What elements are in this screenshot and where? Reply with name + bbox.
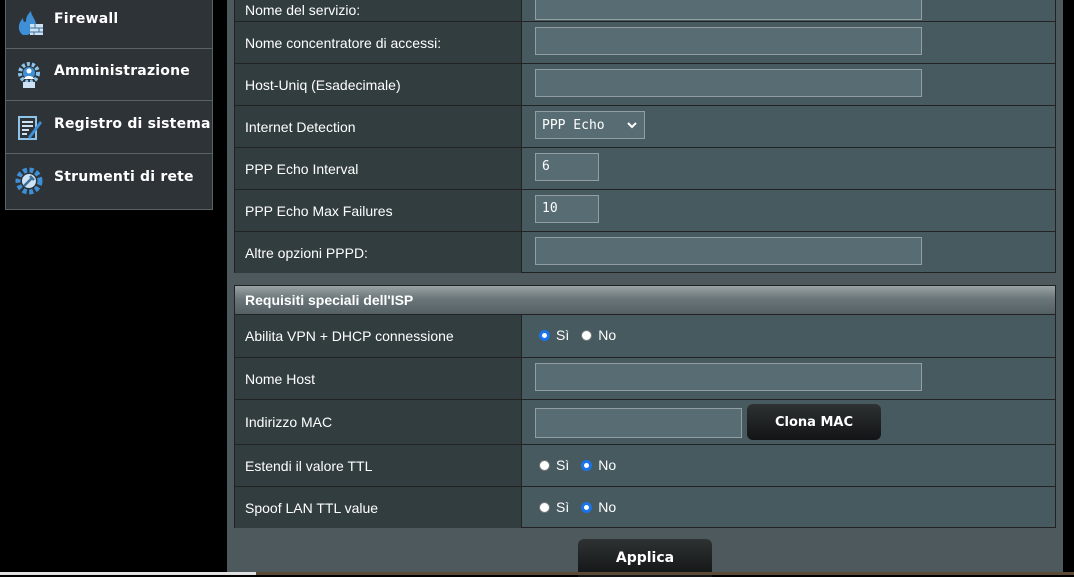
extend-ttl-radio-group: Sì No bbox=[539, 457, 622, 473]
vpn-dhcp-yes-radio[interactable] bbox=[539, 329, 550, 341]
table-row: Nome Host bbox=[235, 357, 1055, 399]
internet-detection-value: PPP Echo bbox=[542, 117, 605, 133]
extend-ttl-label: Estendi il valore TTL bbox=[235, 445, 522, 486]
table-row: Abilita VPN + DHCP connessione Sì No bbox=[235, 315, 1055, 357]
vpn-dhcp-no-label: No bbox=[598, 327, 617, 343]
table-row: PPP Echo Max Failures 10 bbox=[235, 189, 1055, 231]
clone-mac-button[interactable]: Clona MAC bbox=[747, 404, 881, 440]
isp-settings-table: Abilita VPN + DHCP connessione Sì No Nom… bbox=[234, 315, 1056, 528]
host-uniq-input[interactable] bbox=[535, 69, 922, 97]
echo-interval-label: PPP Echo Interval bbox=[235, 148, 522, 189]
host-name-input[interactable] bbox=[535, 363, 922, 391]
sidebar-item-administration[interactable]: Amministrazione bbox=[6, 49, 212, 101]
service-name-label: Nome del servizio: bbox=[235, 0, 522, 21]
host-name-label: Nome Host bbox=[235, 358, 522, 399]
sidebar-item-network-tools[interactable]: Strumenti di rete bbox=[6, 155, 212, 207]
ac-name-input[interactable] bbox=[535, 27, 922, 55]
chevron-down-icon bbox=[627, 122, 637, 129]
spoof-ttl-no-label: No bbox=[598, 499, 617, 515]
extend-ttl-no-label: No bbox=[598, 457, 617, 473]
table-row: Spoof LAN TTL value Sì No bbox=[235, 486, 1055, 528]
sidebar-item-label: Amministrazione bbox=[54, 63, 190, 79]
internet-detection-label: Internet Detection bbox=[235, 106, 522, 147]
vpn-dhcp-label: Abilita VPN + DHCP connessione bbox=[235, 315, 522, 357]
table-row: PPP Echo Interval 6 bbox=[235, 147, 1055, 189]
echo-max-failures-input[interactable]: 10 bbox=[535, 195, 599, 223]
window-edge bbox=[1063, 0, 1074, 575]
internet-detection-select[interactable]: PPP Echo bbox=[535, 111, 645, 139]
echo-interval-input[interactable]: 6 bbox=[535, 153, 599, 181]
log-icon bbox=[18, 116, 42, 140]
gear-user-icon bbox=[18, 62, 40, 88]
table-row: Nome concentratore di accessi: bbox=[235, 21, 1055, 63]
vpn-dhcp-radio-group: Sì No bbox=[539, 327, 622, 343]
spoof-ttl-yes-radio[interactable] bbox=[539, 501, 550, 513]
ac-name-label: Nome concentratore di accessi: bbox=[235, 22, 522, 63]
table-row: Indirizzo MAC Clona MAC bbox=[235, 399, 1055, 444]
table-row: Altre opzioni PPPD: bbox=[235, 231, 1055, 273]
firewall-icon bbox=[18, 11, 43, 35]
isp-section-title: Requisiti speciali dell'ISP bbox=[234, 285, 1056, 315]
sidebar-item-label: Strumenti di rete bbox=[54, 169, 194, 185]
spoof-ttl-label: Spoof LAN TTL value bbox=[235, 487, 522, 528]
service-name-input[interactable] bbox=[535, 0, 922, 20]
spoof-ttl-yes-label: Sì bbox=[556, 499, 570, 515]
table-row: Host-Uniq (Esadecimale) bbox=[235, 63, 1055, 105]
pppd-options-input[interactable] bbox=[535, 237, 922, 265]
sidebar: Firewall Amministrazione Registro di sis… bbox=[5, 0, 213, 210]
extend-ttl-yes-radio[interactable] bbox=[539, 459, 550, 471]
mac-address-input[interactable] bbox=[535, 408, 742, 438]
spoof-ttl-no-radio[interactable] bbox=[581, 501, 593, 513]
table-row: Estendi il valore TTL Sì No bbox=[235, 444, 1055, 486]
sidebar-item-label: Firewall bbox=[54, 11, 119, 27]
vpn-dhcp-no-radio[interactable] bbox=[581, 329, 593, 341]
host-uniq-label: Host-Uniq (Esadecimale) bbox=[235, 64, 522, 105]
echo-max-failures-label: PPP Echo Max Failures bbox=[235, 190, 522, 231]
pppd-options-label: Altre opzioni PPPD: bbox=[235, 232, 522, 273]
vpn-dhcp-yes-label: Sì bbox=[556, 327, 570, 343]
network-tools-icon bbox=[15, 167, 43, 195]
ppp-settings-table: Nome del servizio: Nome concentratore di… bbox=[234, 0, 1056, 273]
sidebar-item-system-log[interactable]: Registro di sistema bbox=[6, 102, 212, 154]
mac-address-label: Indirizzo MAC bbox=[235, 400, 522, 444]
table-row: Nome del servizio: bbox=[235, 0, 1055, 21]
sidebar-item-label: Registro di sistema bbox=[54, 116, 211, 132]
sidebar-item-firewall[interactable]: Firewall bbox=[6, 0, 212, 49]
extend-ttl-yes-label: Sì bbox=[556, 457, 570, 473]
table-row: Internet Detection PPP Echo bbox=[235, 105, 1055, 147]
extend-ttl-no-radio[interactable] bbox=[581, 459, 593, 471]
spoof-ttl-radio-group: Sì No bbox=[539, 499, 622, 515]
